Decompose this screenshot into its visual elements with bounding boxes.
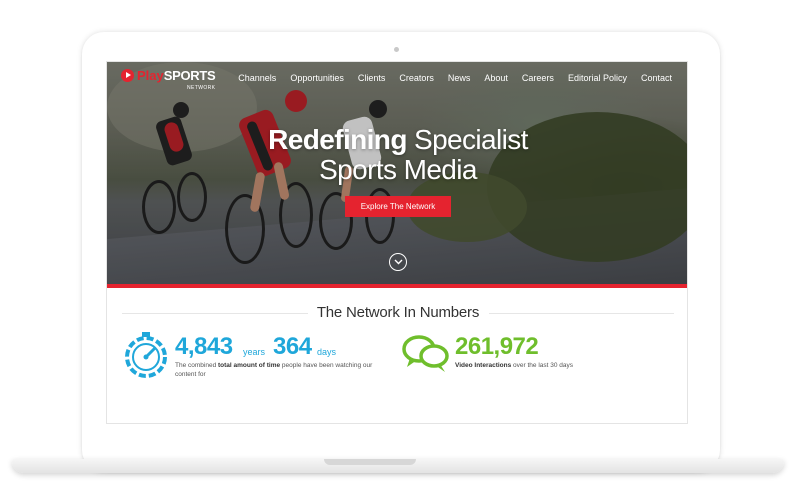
nav-item-contact[interactable]: Contact [634,72,679,84]
nav-item-opportunities[interactable]: Opportunities [283,72,351,84]
main-nav: Channels Opportunities Clients Creators … [231,72,679,84]
website-screen: PlaySPORTS NETWORK Channels Opportunitie… [106,61,688,424]
years-value: 4,843 [175,333,233,360]
nav-item-news[interactable]: News [441,72,478,84]
chevron-down-icon [394,259,402,265]
stopwatch-icon [125,332,167,378]
interactions-desc-bold: Video Interactions [455,362,512,369]
scroll-down-button[interactable] [389,253,407,271]
logo-network-text: NETWORK [187,85,216,91]
days-value: 364 [273,333,312,360]
hero-banner: PlaySPORTS NETWORK Channels Opportunitie… [107,62,687,288]
nav-item-channels[interactable]: Channels [231,72,283,84]
logo-play-text: Play [137,68,164,83]
interactions-value: 261,972 [455,333,539,360]
nav-item-clients[interactable]: Clients [351,72,393,84]
headline-rest: Specialist [406,124,528,155]
nav-item-careers[interactable]: Careers [515,72,561,84]
speech-bubbles-icon [402,335,449,372]
hero-headline: Redefining Specialist [107,124,687,156]
webcam-icon [394,47,399,52]
logo-wordmark: PlaySPORTS NETWORK [137,68,216,91]
play-button-icon [121,69,134,82]
time-description: The combined total amount of time people… [175,361,391,379]
time-desc-pre: The combined [175,362,218,369]
interactions-description: Video Interactions over the last 30 days [455,361,655,370]
numbers-section-title: The Network In Numbers [316,304,480,321]
laptop-notch [324,459,416,465]
years-unit: years [243,347,266,357]
hero-accent-bar [107,284,687,288]
explore-network-button[interactable]: Explore The Network [345,196,451,217]
hero-headline-line2: Sports Media [319,154,477,185]
nav-item-about[interactable]: About [477,72,515,84]
headline-bold-word: Redefining [268,124,407,155]
time-desc-bold: total amount of time [218,362,281,369]
nav-item-editorial-policy[interactable]: Editorial Policy [561,72,634,84]
interactions-desc-post: over the last 30 days [511,362,574,369]
playsports-logo[interactable]: PlaySPORTS NETWORK [121,68,216,91]
days-unit: days [317,347,337,357]
nav-item-creators[interactable]: Creators [392,72,441,84]
